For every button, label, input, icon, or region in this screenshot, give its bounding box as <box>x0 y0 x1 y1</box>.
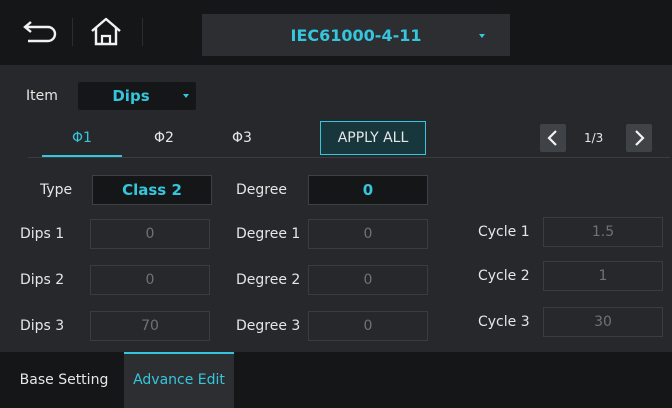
type-label: Type <box>40 182 73 198</box>
tab-phase-1[interactable]: Φ1 <box>42 120 122 156</box>
chevron-left-icon <box>547 130 557 146</box>
next-page-button[interactable] <box>626 124 652 152</box>
item-label: Item <box>26 88 58 104</box>
divider <box>72 18 73 46</box>
cycle-2-label: Cycle 2 <box>478 268 530 284</box>
standard-select[interactable]: IEC61000-4-11 <box>202 14 510 56</box>
degree-input[interactable]: 0 <box>308 175 428 205</box>
back-arrow-icon <box>23 21 57 43</box>
dips-2-label: Dips 2 <box>20 272 65 288</box>
apply-all-button[interactable]: APPLY ALL <box>320 121 426 155</box>
item-value: Dips <box>112 87 150 105</box>
home-icon <box>91 17 121 46</box>
standard-value: IEC61000-4-11 <box>290 25 422 45</box>
degree-1-label: Degree 1 <box>236 226 301 242</box>
degree-2-input[interactable]: 0 <box>308 265 428 295</box>
chevron-down-icon <box>183 94 189 98</box>
prev-page-button[interactable] <box>540 124 566 152</box>
degree-2-label: Degree 2 <box>236 272 301 288</box>
dips-1-input[interactable]: 0 <box>90 219 210 249</box>
tab-advance-edit[interactable]: Advance Edit <box>124 352 234 408</box>
page-indicator: 1/3 <box>584 131 604 145</box>
chevron-down-icon <box>479 34 485 38</box>
tab-phase-3[interactable]: Φ3 <box>202 120 282 156</box>
divider <box>142 18 143 46</box>
dips-1-label: Dips 1 <box>20 226 65 242</box>
dips-3-label: Dips 3 <box>20 318 65 334</box>
cycle-1-label: Cycle 1 <box>478 224 530 240</box>
dips-3-input[interactable]: 70 <box>90 311 210 341</box>
cycle-3-label: Cycle 3 <box>478 314 530 330</box>
type-select[interactable]: Class 2 <box>92 175 212 205</box>
dips-2-input[interactable]: 0 <box>90 265 210 295</box>
cycle-3-input[interactable]: 30 <box>543 307 663 337</box>
cycle-2-input[interactable]: 1 <box>543 261 663 291</box>
back-button[interactable] <box>18 18 58 48</box>
degree-3-label: Degree 3 <box>236 318 301 334</box>
degree-label: Degree <box>236 182 287 198</box>
tab-phase-2[interactable]: Φ2 <box>124 120 204 156</box>
divider <box>28 157 670 158</box>
item-select[interactable]: Dips <box>78 82 196 110</box>
home-button[interactable] <box>86 14 126 50</box>
cycle-1-input[interactable]: 1.5 <box>543 217 663 247</box>
chevron-right-icon <box>635 130 645 146</box>
tab-base-setting[interactable]: Base Setting <box>10 352 118 408</box>
degree-3-input[interactable]: 0 <box>308 311 428 341</box>
degree-1-input[interactable]: 0 <box>308 219 428 249</box>
